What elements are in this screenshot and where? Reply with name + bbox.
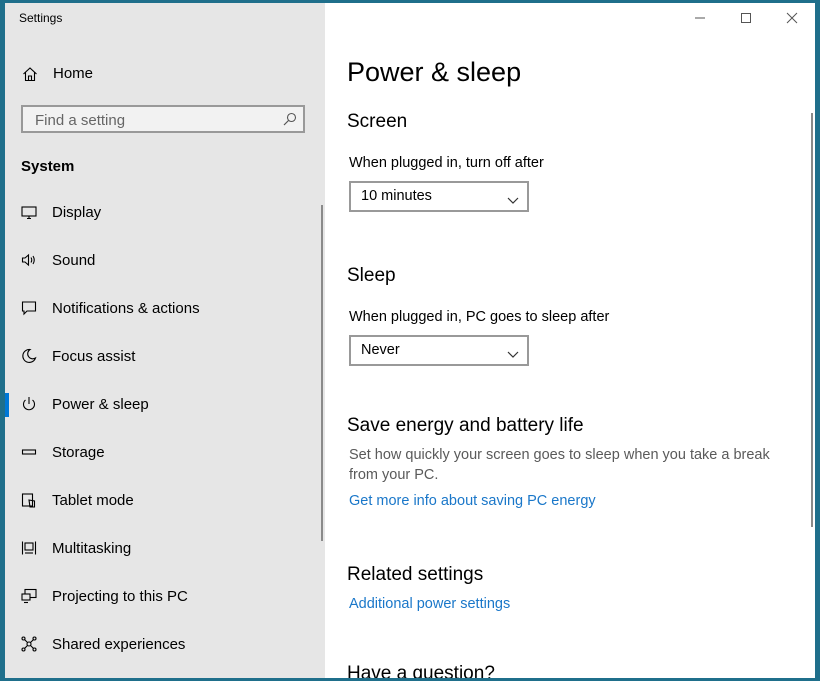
screen-timeout-dropdown[interactable]: 10 minutes (349, 181, 529, 212)
home-label: Home (53, 65, 94, 82)
display-icon (21, 204, 37, 220)
main-scrollbar[interactable] (811, 113, 813, 527)
shared-experiences-icon (21, 636, 37, 652)
sidebar-item-projecting[interactable]: Projecting to this PC (5, 573, 325, 621)
settings-window: Settings Home System Display (5, 3, 815, 678)
sleep-heading: Sleep (347, 265, 396, 286)
close-button[interactable] (769, 3, 815, 33)
sleep-timeout-dropdown[interactable]: Never (349, 335, 529, 366)
sidebar-item-notifications[interactable]: Notifications & actions (5, 285, 325, 333)
sidebar-item-multitasking[interactable]: Multitasking (5, 525, 325, 573)
minimize-button[interactable] (677, 3, 723, 33)
chevron-down-icon (507, 192, 519, 204)
sleep-timeout-value: Never (361, 342, 400, 358)
sidebar-nav: Display Sound Notifications & actions Fo… (5, 189, 325, 669)
energy-description: Set how quickly your screen goes to slee… (349, 447, 770, 483)
focus-assist-icon (21, 348, 37, 364)
main-content: Power & sleep Screen When plugged in, tu… (325, 3, 815, 678)
sidebar-item-focus-assist[interactable]: Focus assist (5, 333, 325, 381)
question-heading: Have a question? (347, 663, 495, 678)
energy-info-link[interactable]: Get more info about saving PC energy (349, 493, 596, 509)
chevron-down-icon (507, 346, 519, 358)
sidebar-item-power-sleep[interactable]: Power & sleep (5, 381, 325, 429)
sidebar-item-label: Projecting to this PC (52, 588, 188, 605)
selected-indicator (5, 393, 9, 417)
sidebar-item-sound[interactable]: Sound (5, 237, 325, 285)
tablet-mode-icon (21, 492, 37, 508)
search-input[interactable] (33, 110, 277, 130)
sidebar: Settings Home System Display (5, 3, 325, 678)
power-icon (21, 396, 37, 412)
sidebar-item-label: Notifications & actions (52, 300, 200, 317)
projecting-icon (21, 588, 37, 604)
app-title: Settings (19, 11, 63, 25)
sidebar-item-label: Display (52, 204, 102, 221)
sidebar-item-label: Shared experiences (52, 636, 186, 653)
maximize-icon (741, 13, 751, 23)
sidebar-item-storage[interactable]: Storage (5, 429, 325, 477)
sidebar-scrollbar[interactable] (321, 205, 323, 541)
section-heading-system: System (21, 158, 75, 175)
sidebar-item-label: Multitasking (52, 540, 132, 557)
sidebar-item-label: Tablet mode (52, 492, 134, 509)
maximize-button[interactable] (723, 3, 769, 33)
screen-timeout-value: 10 minutes (361, 188, 432, 204)
sidebar-item-label: Power & sleep (52, 396, 149, 413)
related-settings-heading: Related settings (347, 564, 484, 585)
sidebar-item-display[interactable]: Display (5, 189, 325, 237)
minimize-icon (695, 17, 705, 19)
energy-heading: Save energy and battery life (347, 415, 584, 436)
sidebar-item-label: Focus assist (52, 348, 136, 365)
close-icon (786, 12, 798, 24)
sidebar-item-shared-experiences[interactable]: Shared experiences (5, 621, 325, 669)
sound-icon (21, 252, 37, 268)
screen-dropdown-label: When plugged in, turn off after (349, 155, 544, 171)
window-controls (677, 3, 815, 33)
home-nav-item[interactable]: Home (5, 59, 325, 89)
notifications-icon (21, 300, 37, 316)
search-icon[interactable] (283, 112, 297, 126)
home-icon (22, 66, 38, 82)
storage-icon (21, 444, 37, 460)
sleep-dropdown-label: When plugged in, PC goes to sleep after (349, 309, 610, 325)
additional-power-settings-link[interactable]: Additional power settings (349, 596, 510, 612)
sidebar-item-label: Sound (52, 252, 96, 269)
sidebar-item-label: Storage (52, 444, 105, 461)
screen-heading: Screen (347, 111, 408, 132)
multitasking-icon (21, 540, 37, 556)
sidebar-item-tablet-mode[interactable]: Tablet mode (5, 477, 325, 525)
search-box[interactable] (21, 105, 305, 133)
page-title: Power & sleep (347, 57, 522, 87)
